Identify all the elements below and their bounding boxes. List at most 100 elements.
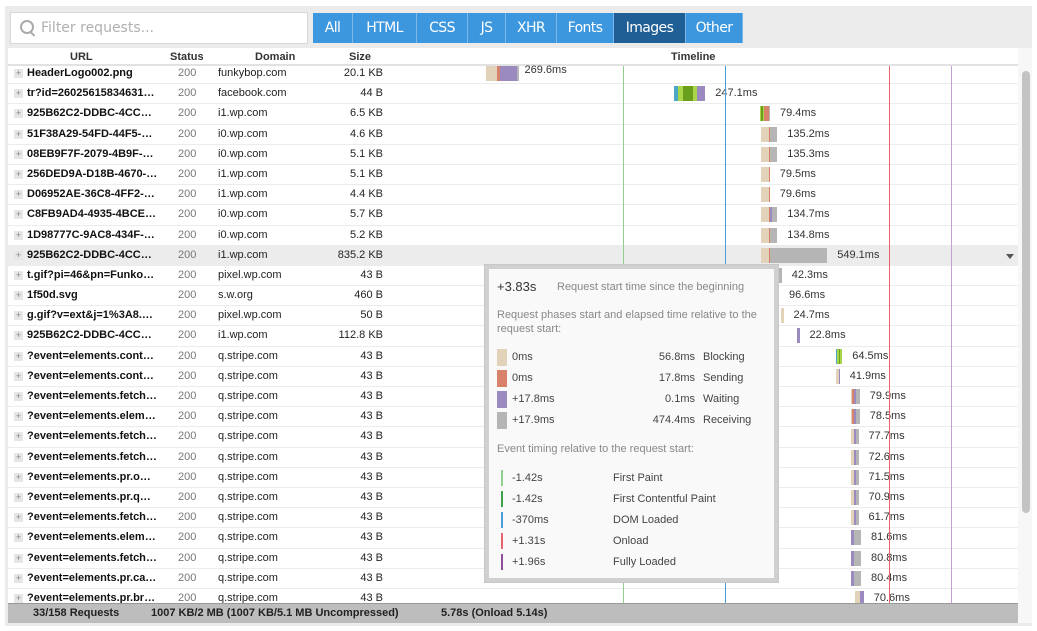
request-url: 925B62C2-DDBC-4CC… bbox=[27, 329, 152, 342]
expand-icon[interactable]: + bbox=[14, 573, 23, 583]
column-header-size[interactable]: Size bbox=[349, 51, 371, 63]
expand-icon[interactable]: + bbox=[14, 109, 23, 119]
expand-icon[interactable]: + bbox=[14, 89, 23, 99]
request-url: 1f50d.svg bbox=[27, 289, 78, 302]
request-row[interactable]: + C8FB9AD4-4935-4BCE… 200 i0.wp.com 5.7 KB 13… bbox=[8, 205, 1018, 226]
expand-icon[interactable]: + bbox=[14, 553, 23, 563]
request-domain: i0.wp.com bbox=[218, 208, 268, 221]
request-status: 200 bbox=[178, 309, 197, 322]
column-header-timeline[interactable]: Timeline bbox=[671, 51, 715, 63]
expand-icon[interactable]: + bbox=[14, 371, 23, 381]
request-status: 200 bbox=[178, 551, 197, 564]
request-row[interactable]: +256DED9A-D18B-4670-… 200 i1.wp.com 5.1 KB 7… bbox=[8, 165, 1018, 186]
expand-icon[interactable]: + bbox=[14, 210, 23, 220]
filter-other-button[interactable]: Other bbox=[686, 13, 743, 43]
event-name: DOM Loaded bbox=[613, 514, 679, 526]
expand-icon[interactable]: + bbox=[14, 149, 23, 159]
filter-xhr-button[interactable]: XHR bbox=[506, 13, 557, 43]
filter-images-button[interactable]: Images bbox=[614, 13, 686, 43]
phase-color-swatch bbox=[497, 412, 507, 429]
request-row[interactable]: + ?event=elements.pr.br… 200 q.stripe.com 43… bbox=[8, 589, 1018, 603]
request-count: 33/158 Requests bbox=[33, 607, 120, 619]
expand-icon[interactable]: + bbox=[14, 230, 23, 240]
request-status: 200 bbox=[178, 571, 197, 584]
event-name: First Contentful Paint bbox=[613, 493, 716, 505]
phase-duration: 474.4ms bbox=[652, 414, 695, 426]
expand-icon[interactable]: + bbox=[14, 351, 23, 361]
filter-fonts-button[interactable]: Fonts bbox=[557, 13, 614, 43]
expand-icon[interactable]: + bbox=[14, 169, 23, 179]
request-status: 200 bbox=[178, 591, 197, 603]
request-row[interactable]: + tr?id=26025615834631… 200 facebook.com 44 … bbox=[8, 84, 1018, 105]
filter-js-button[interactable]: JS bbox=[468, 13, 506, 43]
fully-loaded-marker bbox=[951, 66, 952, 603]
event-row: +1.31s Onload bbox=[501, 533, 771, 550]
request-size: 4.4 KB bbox=[349, 188, 383, 201]
request-url: ?event=elements.pr.o… bbox=[27, 470, 151, 483]
phase-name: Sending bbox=[703, 372, 744, 384]
event-color-marker bbox=[501, 533, 503, 549]
request-status: 200 bbox=[178, 127, 197, 140]
event-time: -1.42s bbox=[512, 493, 543, 505]
request-status: 200 bbox=[178, 490, 197, 503]
expand-icon[interactable]: + bbox=[14, 452, 23, 462]
expand-icon[interactable]: + bbox=[14, 331, 23, 341]
column-header-status[interactable]: Status bbox=[170, 51, 204, 63]
timing-bar-sending bbox=[768, 166, 770, 182]
scrollbar-thumb[interactable] bbox=[1022, 71, 1030, 513]
request-domain: i0.wp.com bbox=[218, 147, 268, 160]
row-menu-caret-icon[interactable] bbox=[1006, 253, 1014, 259]
request-size: 835.2 KB bbox=[337, 248, 383, 261]
request-row[interactable]: +925B62C2-DDBC-4CC… 200 i1.wp.com 835.2 KB 5… bbox=[8, 245, 1018, 266]
event-name: First Paint bbox=[613, 472, 663, 484]
timing-bar-receiving bbox=[769, 126, 778, 142]
expand-icon[interactable]: + bbox=[14, 129, 23, 139]
event-time: -1.42s bbox=[512, 472, 543, 484]
request-duration: 269.6ms bbox=[524, 64, 567, 76]
request-row[interactable]: +1D98777C-9AC8-434F-… 200 i0.wp.com 5.2 KB 1… bbox=[8, 226, 1018, 246]
expand-icon[interactable]: + bbox=[14, 472, 23, 482]
request-size: 43 B bbox=[360, 410, 383, 423]
expand-icon[interactable]: + bbox=[14, 392, 23, 401]
expand-icon[interactable]: + bbox=[14, 69, 23, 78]
expand-icon[interactable]: + bbox=[14, 270, 23, 280]
request-status: 200 bbox=[178, 410, 197, 423]
expand-icon[interactable]: + bbox=[14, 593, 23, 603]
request-size: 5.1 KB bbox=[349, 147, 383, 160]
request-size: 43 B bbox=[360, 450, 383, 463]
request-url: ?event=elements.fetch… bbox=[27, 430, 157, 443]
filter-all-button[interactable]: All bbox=[313, 13, 353, 43]
expand-icon[interactable]: + bbox=[14, 513, 23, 523]
filter-css-button[interactable]: CSS bbox=[417, 13, 468, 43]
request-domain: i1.wp.com bbox=[218, 107, 268, 120]
request-row[interactable]: +51F38A29-54FD-44F5-… 200 i0.wp.com 4.6 KB 1… bbox=[8, 125, 1018, 145]
request-size: 44 B bbox=[360, 87, 383, 100]
request-row[interactable]: + HeaderLogo002.png 200 funkybop.com 20.1 KB… bbox=[8, 64, 1018, 85]
expand-icon[interactable]: + bbox=[14, 412, 23, 422]
request-domain: funkybop.com bbox=[218, 67, 287, 79]
expand-icon[interactable]: + bbox=[14, 190, 23, 200]
request-url: ?event=elements.pr.q… bbox=[27, 490, 151, 503]
expand-icon[interactable]: + bbox=[14, 311, 23, 321]
expand-icon[interactable]: + bbox=[14, 492, 23, 502]
phase-row-sending: 0ms 17.8ms Sending bbox=[497, 370, 767, 387]
timing-bar-receiving bbox=[856, 429, 859, 445]
request-row[interactable]: +925B62C2-DDBC-4CC… 200 i1.wp.com 6.5 KB 79.… bbox=[8, 104, 1018, 125]
expand-icon[interactable]: + bbox=[14, 250, 23, 260]
expand-icon[interactable]: + bbox=[14, 432, 23, 442]
request-size: 20.1 KB bbox=[343, 67, 383, 79]
request-url: ?event=elements.pr.ca… bbox=[27, 571, 157, 584]
expand-icon[interactable]: + bbox=[14, 533, 23, 543]
request-duration: 70.9ms bbox=[868, 490, 905, 503]
request-row[interactable]: +08EB9F7F-2079-4B9F-… 200 i0.wp.com 5.1 KB 1… bbox=[8, 145, 1018, 165]
expand-icon[interactable]: + bbox=[14, 291, 23, 301]
column-header-domain[interactable]: Domain bbox=[255, 51, 295, 63]
column-header-url[interactable]: URL bbox=[70, 51, 93, 63]
request-status: 200 bbox=[178, 248, 197, 261]
filter-html-button[interactable]: HTML bbox=[353, 13, 417, 43]
request-duration: 96.6ms bbox=[789, 289, 826, 302]
filter-requests-field[interactable] bbox=[10, 12, 308, 44]
filter-requests-input[interactable] bbox=[41, 20, 291, 36]
request-duration: 61.7ms bbox=[868, 511, 905, 524]
request-row[interactable]: + D06952AE-36C8-4FF2-… 200 i1.wp.com 4.4 KB 7… bbox=[8, 185, 1018, 206]
